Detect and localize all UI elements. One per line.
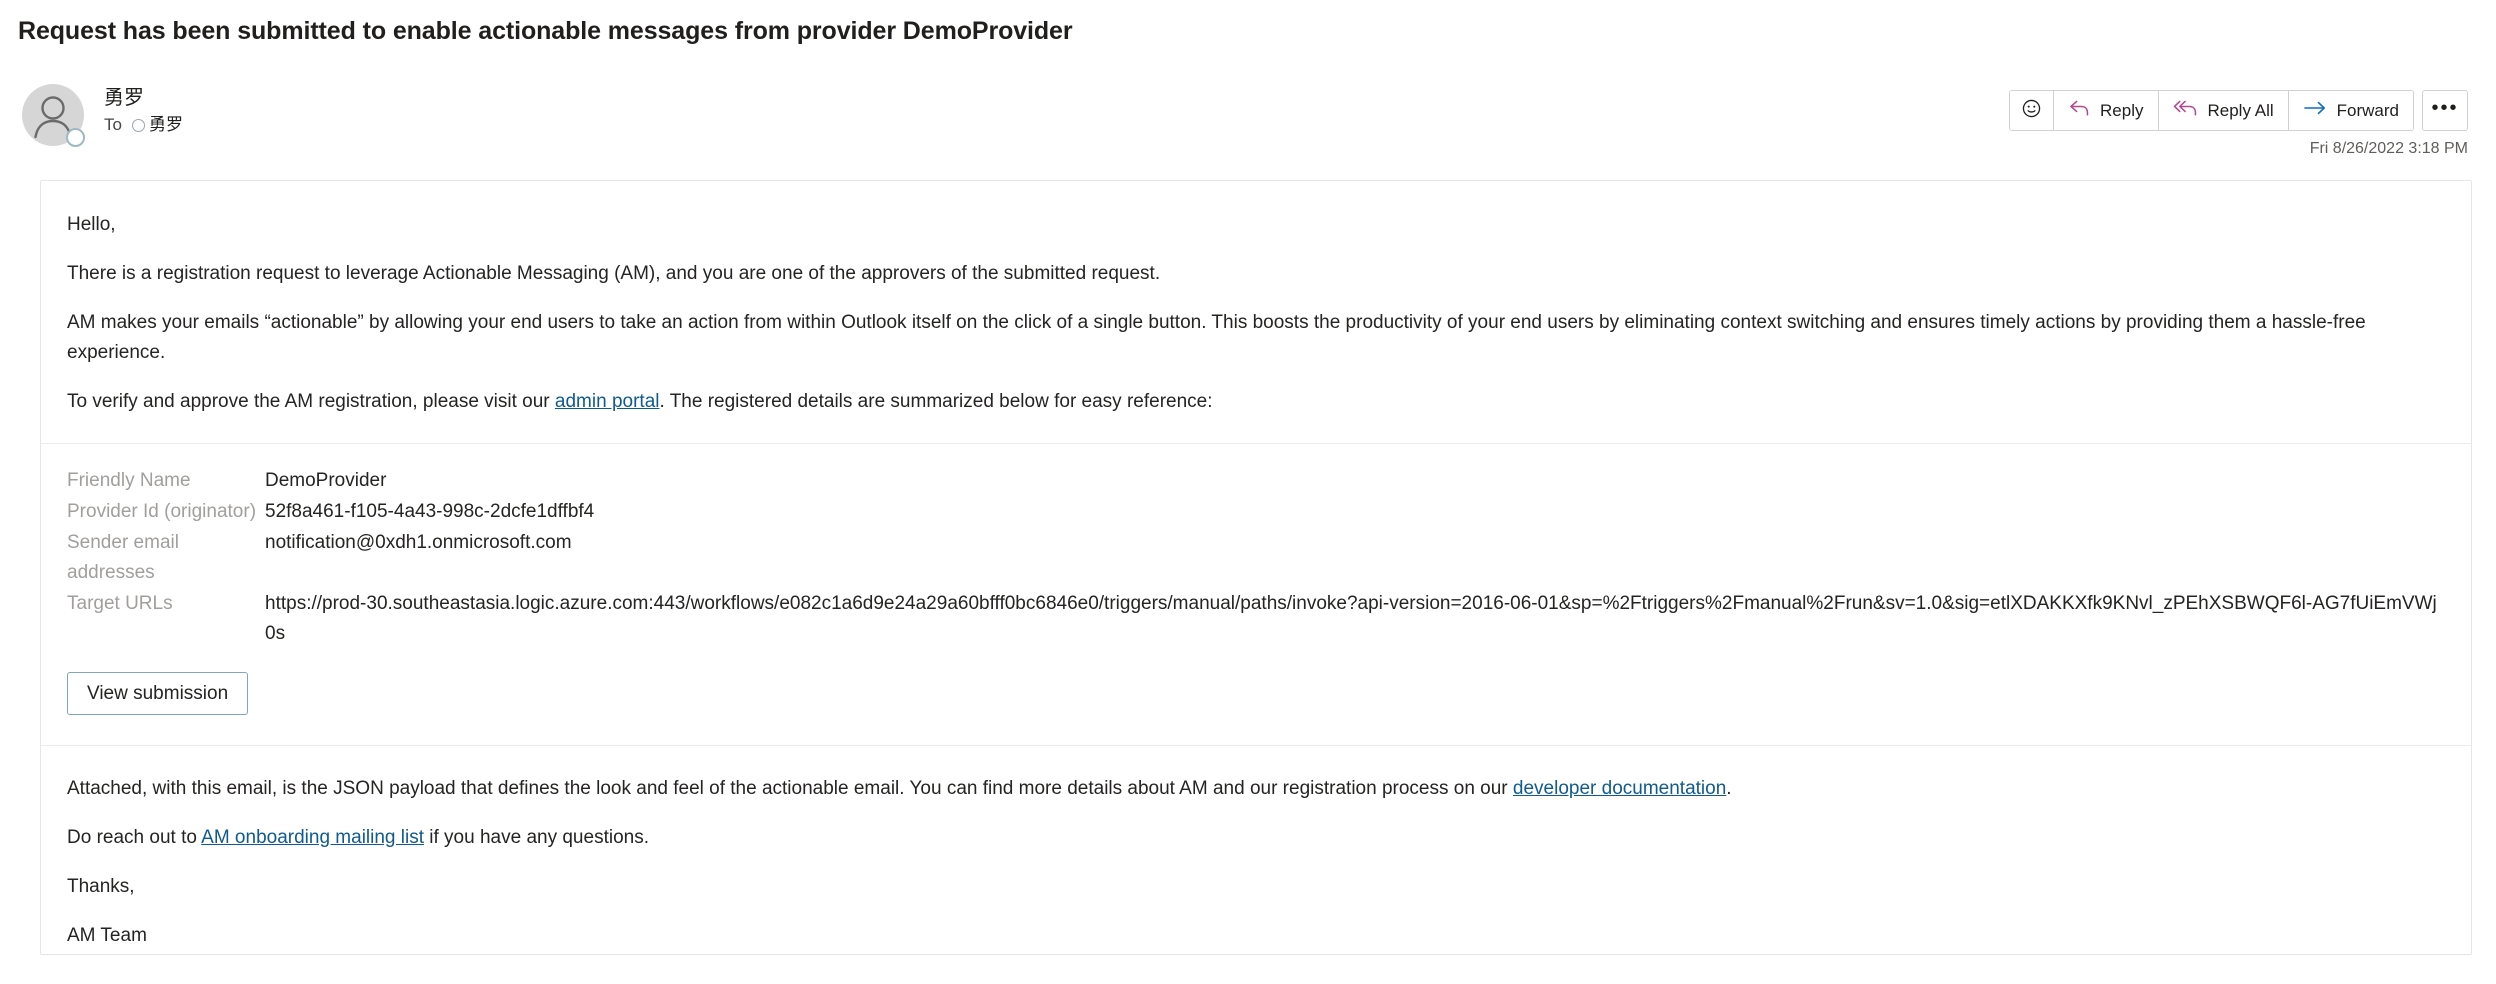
react-emoji-button[interactable] [2010,91,2055,130]
reply-all-button[interactable]: Reply All [2158,91,2289,130]
reply-label: Reply [2100,100,2144,120]
recipient-name: 勇罗 [148,115,183,134]
reply-all-label: Reply All [2207,100,2274,120]
detail-value: DemoProvider [265,470,387,491]
message-timestamp: Fri 8/26/2022 3:18 PM [2309,140,2468,157]
detail-label: Target URLs [67,593,173,614]
sender-info: 勇罗 To 勇罗 [104,86,183,135]
attached-before: Attached, with this email, is the JSON p… [67,778,1513,799]
forward-button[interactable]: Forward [2288,91,2413,130]
table-row: Target URLs https://prod-30.southeastasi… [67,589,2445,650]
signature-text: AM Team [67,925,147,946]
message-actions-toolbar: Reply Reply All Forward ••• [2009,90,2468,131]
view-submission-wrap: View submission [67,650,2445,739]
recipient-line: To 勇罗 [104,115,183,135]
registration-details-section: Friendly Name DemoProvider Provider Id (… [41,444,2471,745]
am-onboarding-mailing-list-link[interactable]: AM onboarding mailing list [201,827,424,848]
reply-button[interactable]: Reply [2054,91,2159,130]
thanks-text: Thanks, [67,876,135,897]
reach-out-before: Do reach out to [67,827,202,848]
detail-label: Sender email addresses [67,532,179,583]
table-row: Sender email addresses notification@0xdh… [67,528,2445,589]
registration-details-table: Friendly Name DemoProvider Provider Id (… [67,466,2445,650]
sender-name: 勇罗 [104,87,144,109]
email-body-card: Hello, There is a registration request t… [40,180,2472,955]
footer-section: Attached, with this email, is the JSON p… [41,746,2471,979]
view-submission-button[interactable]: View submission [67,672,249,715]
avatar[interactable] [22,84,85,147]
paragraph-3-before: To verify and approve the AM registratio… [67,391,555,412]
reach-out-after: if you have any questions. [424,827,649,848]
developer-documentation-link[interactable]: developer documentation [1513,778,1726,799]
paragraph-3: To verify and approve the AM registratio… [67,387,2445,417]
attached-after: . [1726,778,1732,799]
paragraph-3-after: . The registered details are summarized … [659,391,1213,412]
to-label: To [104,115,122,134]
attached-paragraph: Attached, with this email, is the JSON p… [67,774,2445,804]
recipient-chip[interactable]: 勇罗 [131,115,183,135]
forward-arrow-icon [2303,98,2328,123]
message-header: 勇罗 To 勇罗 Reply Reply All Forward ••• Fri… [0,78,2496,158]
greeting-text: Hello, [67,214,116,235]
table-row: Provider Id (originator) 52f8a461-f105-4… [67,497,2445,528]
table-row: Friendly Name DemoProvider [67,466,2445,497]
smiley-icon [2021,98,2042,124]
detail-label: Friendly Name [67,470,191,491]
email-reading-pane: Request has been submitted to enable act… [0,0,2496,984]
admin-portal-link[interactable]: admin portal [555,391,660,412]
detail-label: Provider Id (originator) [67,501,257,522]
reply-all-arrow-icon [2173,98,2199,123]
ellipsis-icon: ••• [2431,97,2459,119]
reach-out-paragraph: Do reach out to AM onboarding mailing li… [67,823,2445,853]
more-options-button[interactable]: ••• [2422,90,2468,131]
presence-indicator-icon [66,128,85,147]
paragraph-2: AM makes your emails “actionable” by all… [67,312,2366,363]
detail-value: https://prod-30.southeastasia.logic.azur… [265,593,2437,644]
paragraph-1: There is a registration request to lever… [67,263,1161,284]
action-button-group: Reply Reply All Forward [2009,90,2414,131]
detail-value: notification@0xdh1.onmicrosoft.com [265,532,572,553]
page-title: Request has been submitted to enable act… [18,17,1073,45]
detail-value: 52f8a461-f105-4a43-998c-2dcfe1dffbf4 [265,501,595,522]
reply-arrow-icon [2068,98,2091,123]
recipient-presence-icon [131,118,145,132]
intro-section: Hello, There is a registration request t… [41,181,2471,443]
forward-label: Forward [2336,100,2399,120]
